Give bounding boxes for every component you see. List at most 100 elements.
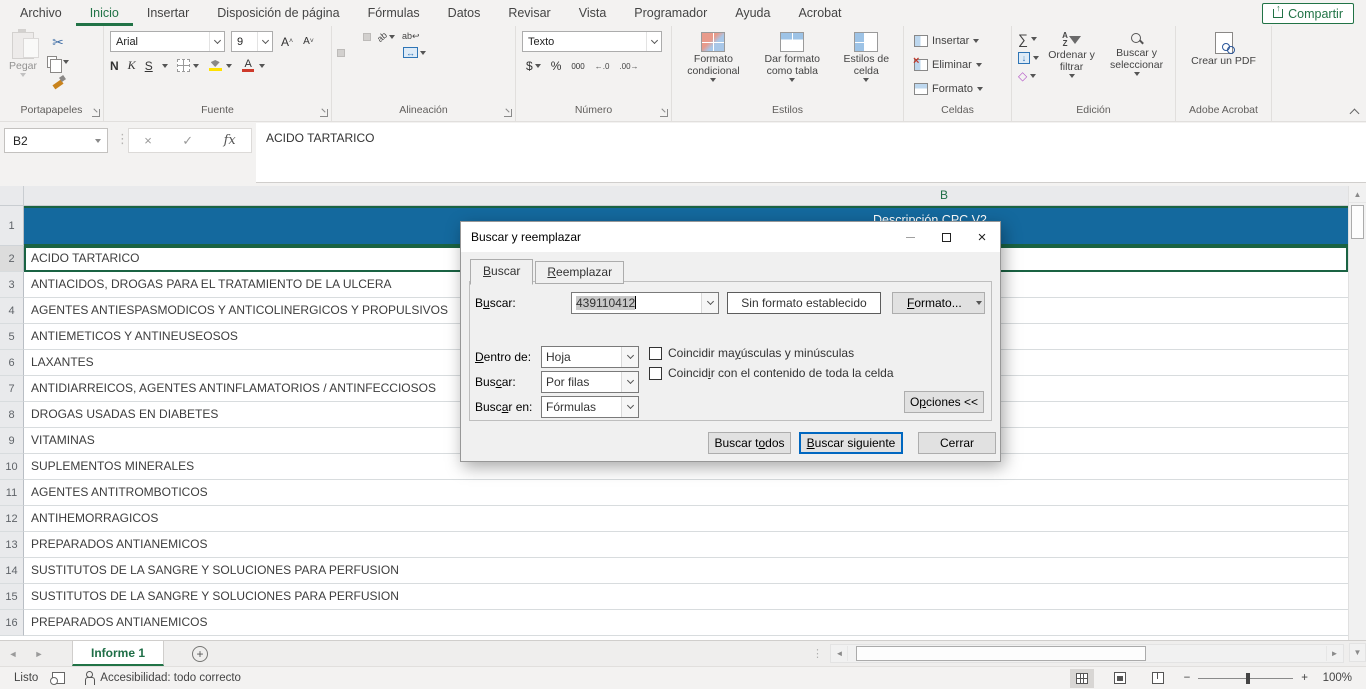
table-row[interactable]: 16PREPARADOS ANTIANEMICOS <box>0 610 1348 636</box>
number-format-dropdown-icon[interactable] <box>646 32 661 51</box>
cell-value[interactable]: SUSTITUTOS DE LA SANGRE Y SOLUCIONES PAR… <box>24 558 1348 584</box>
font-size-combo[interactable]: 9 <box>231 31 273 52</box>
row-header[interactable]: 9 <box>0 428 24 454</box>
sheet-tab-informe1[interactable]: Informe 1 <box>72 641 164 666</box>
alignment-dialog-launcher-icon[interactable] <box>504 109 512 117</box>
macro-record-icon[interactable] <box>52 672 65 684</box>
font-color-button[interactable]: A <box>241 59 265 72</box>
options-button[interactable]: Opciones << <box>904 391 984 413</box>
table-row[interactable]: 12ANTIHEMORRAGICOS <box>0 506 1348 532</box>
close-button[interactable]: × <box>964 222 1000 252</box>
name-box-dropdown-icon[interactable] <box>89 139 107 143</box>
find-select-button[interactable]: Buscar y seleccionar <box>1104 31 1169 77</box>
align-right-button[interactable] <box>364 50 370 56</box>
match-entire-cell-checkbox[interactable] <box>649 367 662 380</box>
look-in-select[interactable]: Fórmulas <box>541 396 639 418</box>
row-header[interactable]: 2 <box>0 246 24 272</box>
zoom-in-icon[interactable]: + <box>1301 672 1308 684</box>
find-all-button[interactable]: Buscar todos <box>708 432 791 454</box>
number-dialog-launcher-icon[interactable] <box>660 109 668 117</box>
collapse-ribbon-icon[interactable] <box>1350 109 1360 119</box>
align-center-button[interactable] <box>351 50 357 56</box>
maximize-button[interactable] <box>928 222 964 252</box>
orientation-button[interactable]: ab <box>377 32 395 42</box>
formula-input[interactable]: ACIDO TARTARICO <box>256 123 1366 183</box>
scroll-right-icon[interactable]: ► <box>1326 646 1342 661</box>
create-pdf-button[interactable]: Crear un PDF <box>1188 31 1259 68</box>
font-size-dropdown-icon[interactable] <box>257 32 272 51</box>
grow-font-button[interactable]: A˄ <box>279 33 295 51</box>
close-dialog-button[interactable]: Cerrar <box>918 432 996 454</box>
scroll-down-icon[interactable]: ▼ <box>1349 643 1366 662</box>
scroll-up-icon[interactable]: ▲ <box>1349 186 1366 203</box>
font-dialog-launcher-icon[interactable] <box>320 109 328 117</box>
align-bottom-button[interactable] <box>364 34 370 40</box>
tab-acrobat[interactable]: Acrobat <box>784 0 855 26</box>
prev-sheet-icon[interactable]: ◄ <box>0 641 26 666</box>
font-name-combo[interactable]: Arial <box>110 31 225 52</box>
insert-function-icon[interactable]: fx <box>224 133 236 148</box>
scrollbar-resize-handle[interactable]: ⋮ <box>812 647 821 660</box>
within-dropdown-icon[interactable] <box>621 347 638 367</box>
column-header-b[interactable]: B <box>24 186 1348 205</box>
comma-style-button[interactable]: 000 <box>571 62 584 71</box>
delete-cells-button[interactable]: Eliminar <box>914 55 982 75</box>
row-header[interactable]: 12 <box>0 506 24 532</box>
tab-disposicion[interactable]: Disposición de página <box>203 0 353 26</box>
table-row[interactable]: 11AGENTES ANTITROMBOTICOS <box>0 480 1348 506</box>
sort-filter-button[interactable]: AZ Ordenar y filtrar <box>1044 31 1099 79</box>
normal-view-button[interactable] <box>1070 669 1094 688</box>
clipboard-dialog-launcher-icon[interactable] <box>92 109 100 117</box>
underline-dropdown-icon[interactable] <box>162 64 168 68</box>
cell-value[interactable]: PREPARADOS ANTIANEMICOS <box>24 610 1348 636</box>
share-button[interactable]: ↑ Compartir <box>1262 3 1354 24</box>
format-cells-button[interactable]: Formato <box>914 79 983 99</box>
name-box[interactable]: B2 <box>4 128 108 153</box>
number-format-combo[interactable]: Texto <box>522 31 662 52</box>
cell-value[interactable]: SUSTITUTOS DE LA SANGRE Y SOLUCIONES PAR… <box>24 584 1348 610</box>
select-all-corner[interactable] <box>0 186 24 205</box>
merge-center-button[interactable]: ↔ <box>403 47 426 58</box>
decrease-decimal-button[interactable]: .00→ <box>619 62 638 71</box>
page-break-view-button[interactable] <box>1146 669 1170 688</box>
font-name-dropdown-icon[interactable] <box>209 32 224 51</box>
align-left-button[interactable] <box>338 50 344 56</box>
bold-button[interactable]: N <box>110 59 119 73</box>
row-header[interactable]: 4 <box>0 298 24 324</box>
currency-button[interactable]: $ <box>526 59 541 73</box>
zoom-level[interactable]: 100% <box>1316 672 1352 684</box>
paste-button[interactable]: Pegar <box>6 31 40 78</box>
clear-button[interactable]: ◇ <box>1018 70 1039 82</box>
vertical-scrollbar[interactable]: ▲ <box>1348 186 1366 640</box>
tab-buscar[interactable]: Buscar <box>470 259 533 285</box>
tab-archivo[interactable]: Archivo <box>6 0 76 26</box>
find-next-button[interactable]: Buscar siguiente <box>799 432 903 454</box>
minimize-button[interactable] <box>892 222 928 252</box>
confirm-entry-icon[interactable]: ✓ <box>182 133 193 149</box>
italic-button[interactable]: K <box>128 58 136 73</box>
dialog-title-bar[interactable]: Buscar y reemplazar × <box>461 222 1000 252</box>
zoom-slider[interactable] <box>1198 678 1293 679</box>
row-header[interactable]: 10 <box>0 454 24 480</box>
tab-formulas[interactable]: Fórmulas <box>354 0 434 26</box>
fill-color-button[interactable] <box>208 60 232 71</box>
tab-datos[interactable]: Datos <box>434 0 495 26</box>
underline-button[interactable]: S <box>145 59 153 73</box>
borders-button[interactable] <box>177 59 199 72</box>
cut-button[interactable]: ✂ <box>45 33 71 51</box>
row-header[interactable]: 13 <box>0 532 24 558</box>
accessibility-status[interactable]: Accesibilidad: todo correcto <box>100 672 241 684</box>
decrease-indent-button[interactable] <box>377 50 383 56</box>
look-in-dropdown-icon[interactable] <box>621 397 638 417</box>
search-dropdown-icon[interactable] <box>701 293 718 313</box>
horizontal-scrollbar[interactable]: ◄ ► <box>830 644 1344 663</box>
align-middle-button[interactable] <box>351 34 357 40</box>
conditional-formatting-button[interactable]: Formato condicional <box>678 31 749 83</box>
row-header[interactable]: 11 <box>0 480 24 506</box>
autosum-button[interactable]: ∑ <box>1018 32 1039 46</box>
row-header[interactable]: 14 <box>0 558 24 584</box>
cancel-entry-icon[interactable]: × <box>144 133 152 148</box>
next-sheet-icon[interactable]: ► <box>26 641 52 666</box>
cell-value[interactable]: AGENTES ANTITROMBOTICOS <box>24 480 1348 506</box>
format-button[interactable]: Formato... <box>892 292 985 314</box>
